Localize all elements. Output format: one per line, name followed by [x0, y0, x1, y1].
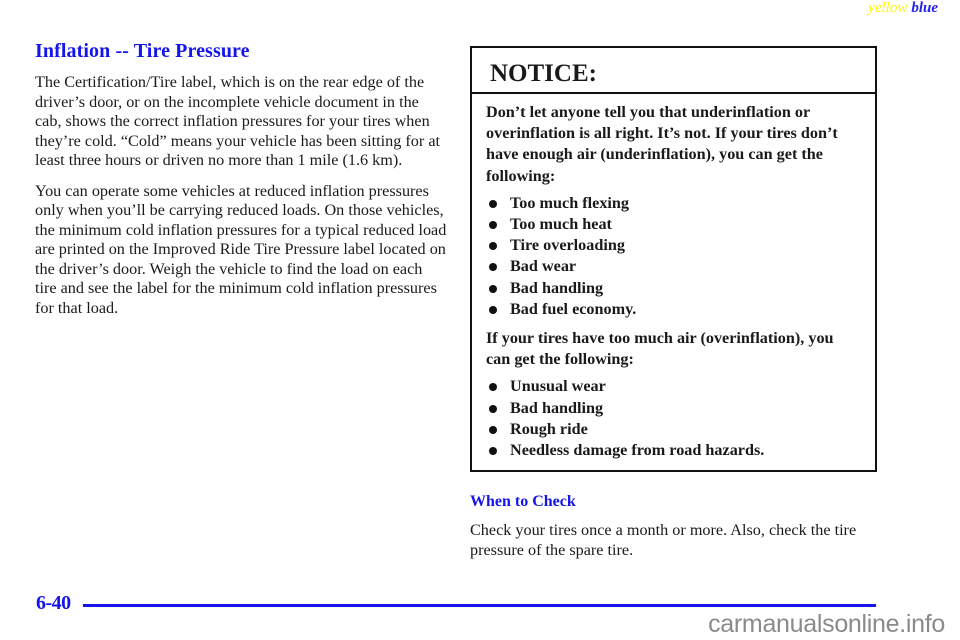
- overinflation-list: Unusual wear Bad handling Rough ride Nee…: [486, 376, 861, 461]
- list-item: Needless damage from road hazards.: [486, 440, 861, 461]
- color-tag-yellow: yellow: [868, 0, 908, 16]
- bullet-icon: [489, 425, 497, 434]
- list-item: Tire overloading: [486, 235, 861, 256]
- list-item: Bad handling: [486, 278, 861, 299]
- when-to-check-section: When to Check Check your tires once a mo…: [470, 493, 880, 571]
- notice-body: Don’t let anyone tell you that underinfl…: [472, 94, 875, 461]
- list-item: Rough ride: [486, 419, 861, 440]
- notice-heading: NOTICE:: [472, 48, 875, 94]
- paragraph-certification-label: The Certification/Tire label, which is o…: [35, 73, 441, 169]
- section-title: Inflation -- Tire Pressure: [35, 40, 250, 62]
- bullet-icon: [489, 404, 497, 413]
- left-column: Inflation -- Tire Pressure The Certifica…: [35, 40, 447, 329]
- bullet-icon: [489, 199, 497, 208]
- bullet-icon: [489, 447, 497, 456]
- bullet-icon: [489, 305, 497, 314]
- color-tag: yellow blue: [868, 0, 938, 17]
- page-number: 6-40: [36, 592, 71, 614]
- paragraph-reduced-inflation: You can operate some vehicles at reduced…: [35, 181, 447, 317]
- subsection-title: When to Check: [470, 493, 576, 510]
- list-item: Unusual wear: [486, 376, 861, 397]
- list-item: Bad fuel economy.: [486, 299, 861, 320]
- footer-rule: [83, 604, 876, 607]
- notice-overinflation-intro: If your tires have too much air (overinf…: [486, 329, 834, 369]
- watermark: carmanualsonline.info: [708, 610, 945, 638]
- paragraph-when-to-check: Check your tires once a month or more. A…: [470, 521, 857, 559]
- color-tag-blue: blue: [911, 0, 938, 16]
- bullet-icon: [489, 383, 497, 392]
- bullet-icon: [489, 221, 497, 230]
- list-item: Bad wear: [486, 256, 861, 277]
- list-item: Bad handling: [486, 398, 861, 419]
- notice-box: NOTICE: Don’t let anyone tell you that u…: [470, 46, 877, 472]
- underinflation-list: Too much flexing Too much heat Tire over…: [486, 193, 861, 320]
- list-item: Too much heat: [486, 214, 861, 235]
- bullet-icon: [489, 242, 497, 251]
- bullet-icon: [489, 284, 497, 293]
- list-item: Too much flexing: [486, 193, 861, 214]
- bullet-icon: [489, 263, 497, 272]
- notice-intro: Don’t let anyone tell you that underinfl…: [486, 103, 838, 185]
